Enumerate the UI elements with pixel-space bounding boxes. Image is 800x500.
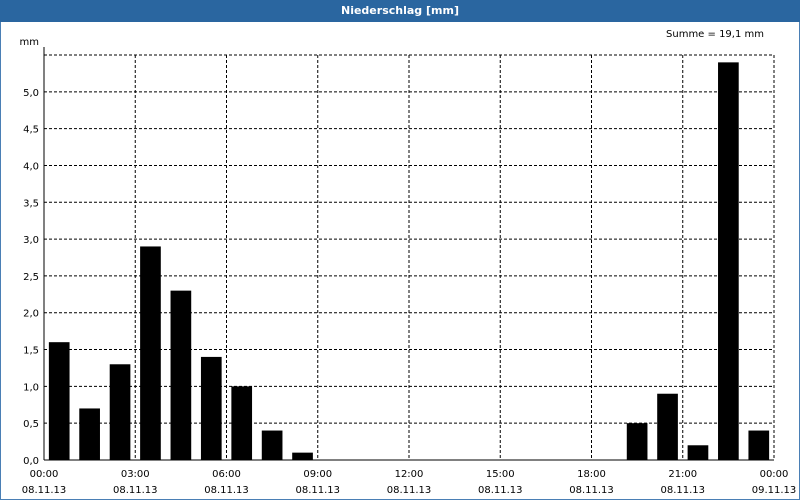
bar bbox=[200, 356, 222, 460]
y-axis-label: mm bbox=[20, 37, 39, 48]
y-tick-label: 4,5 bbox=[23, 125, 39, 136]
bar bbox=[109, 364, 131, 460]
x-tick-date: 08.11.13 bbox=[295, 485, 340, 496]
y-tick-label: 1,0 bbox=[23, 382, 39, 393]
bar bbox=[48, 342, 70, 460]
bar bbox=[261, 430, 283, 460]
x-tick-time: 00:00 bbox=[30, 469, 59, 480]
bar bbox=[687, 445, 709, 460]
x-tick-date: 08.11.13 bbox=[113, 485, 158, 496]
bar bbox=[140, 246, 161, 460]
bar bbox=[231, 386, 253, 460]
x-tick-date: 08.11.13 bbox=[22, 485, 67, 496]
x-tick-time: 00:00 bbox=[760, 469, 789, 480]
x-tick-time: 18:00 bbox=[577, 469, 606, 480]
x-tick-time: 12:00 bbox=[395, 469, 424, 480]
y-tick-label: 0,5 bbox=[23, 419, 39, 430]
y-tick-label: 5,0 bbox=[23, 88, 39, 99]
bar bbox=[748, 430, 770, 460]
x-tick-date: 09.11.13 bbox=[752, 485, 797, 496]
y-tick-label: 1,5 bbox=[23, 346, 39, 357]
x-tick-date: 08.11.13 bbox=[387, 485, 432, 496]
x-tick-time: 09:00 bbox=[303, 469, 332, 480]
x-tick-time: 03:00 bbox=[121, 469, 150, 480]
y-tick-label: 2,0 bbox=[23, 309, 39, 320]
bar bbox=[292, 452, 313, 460]
x-tick-date: 08.11.13 bbox=[478, 485, 523, 496]
bar bbox=[657, 393, 678, 460]
precipitation-chart: 0,0 0,5 1,0 1,5 2,0 2,5 3,0 3,5 4,0 4,5 5,0 00:00 08… bbox=[20, 29, 797, 496]
x-tick-date: 08.11.13 bbox=[204, 485, 249, 496]
chart-frame: 0,0 0,5 1,0 1,5 2,0 2,5 3,0 3,5 4,0 4,5 5,0 00:00 08… bbox=[0, 22, 800, 500]
y-tick-label: 3,5 bbox=[23, 198, 39, 209]
bar bbox=[79, 408, 100, 460]
y-tick-label: 4,0 bbox=[23, 161, 39, 172]
bar bbox=[170, 290, 192, 460]
x-tick-date: 08.11.13 bbox=[569, 485, 614, 496]
bar bbox=[718, 62, 739, 460]
y-tick-label: 2,5 bbox=[23, 272, 39, 283]
bar bbox=[626, 423, 648, 460]
sum-annotation: Summe = 19,1 mm bbox=[666, 29, 764, 40]
x-tick-time: 15:00 bbox=[486, 469, 515, 480]
x-tick-time: 21:00 bbox=[668, 469, 697, 480]
y-tick-label: 0,0 bbox=[23, 456, 39, 467]
chart-title: Niederschlag [mm] bbox=[0, 0, 800, 22]
y-tick-label: 3,0 bbox=[23, 235, 39, 246]
x-tick-date: 08.11.13 bbox=[660, 485, 705, 496]
x-tick-time: 06:00 bbox=[212, 469, 241, 480]
